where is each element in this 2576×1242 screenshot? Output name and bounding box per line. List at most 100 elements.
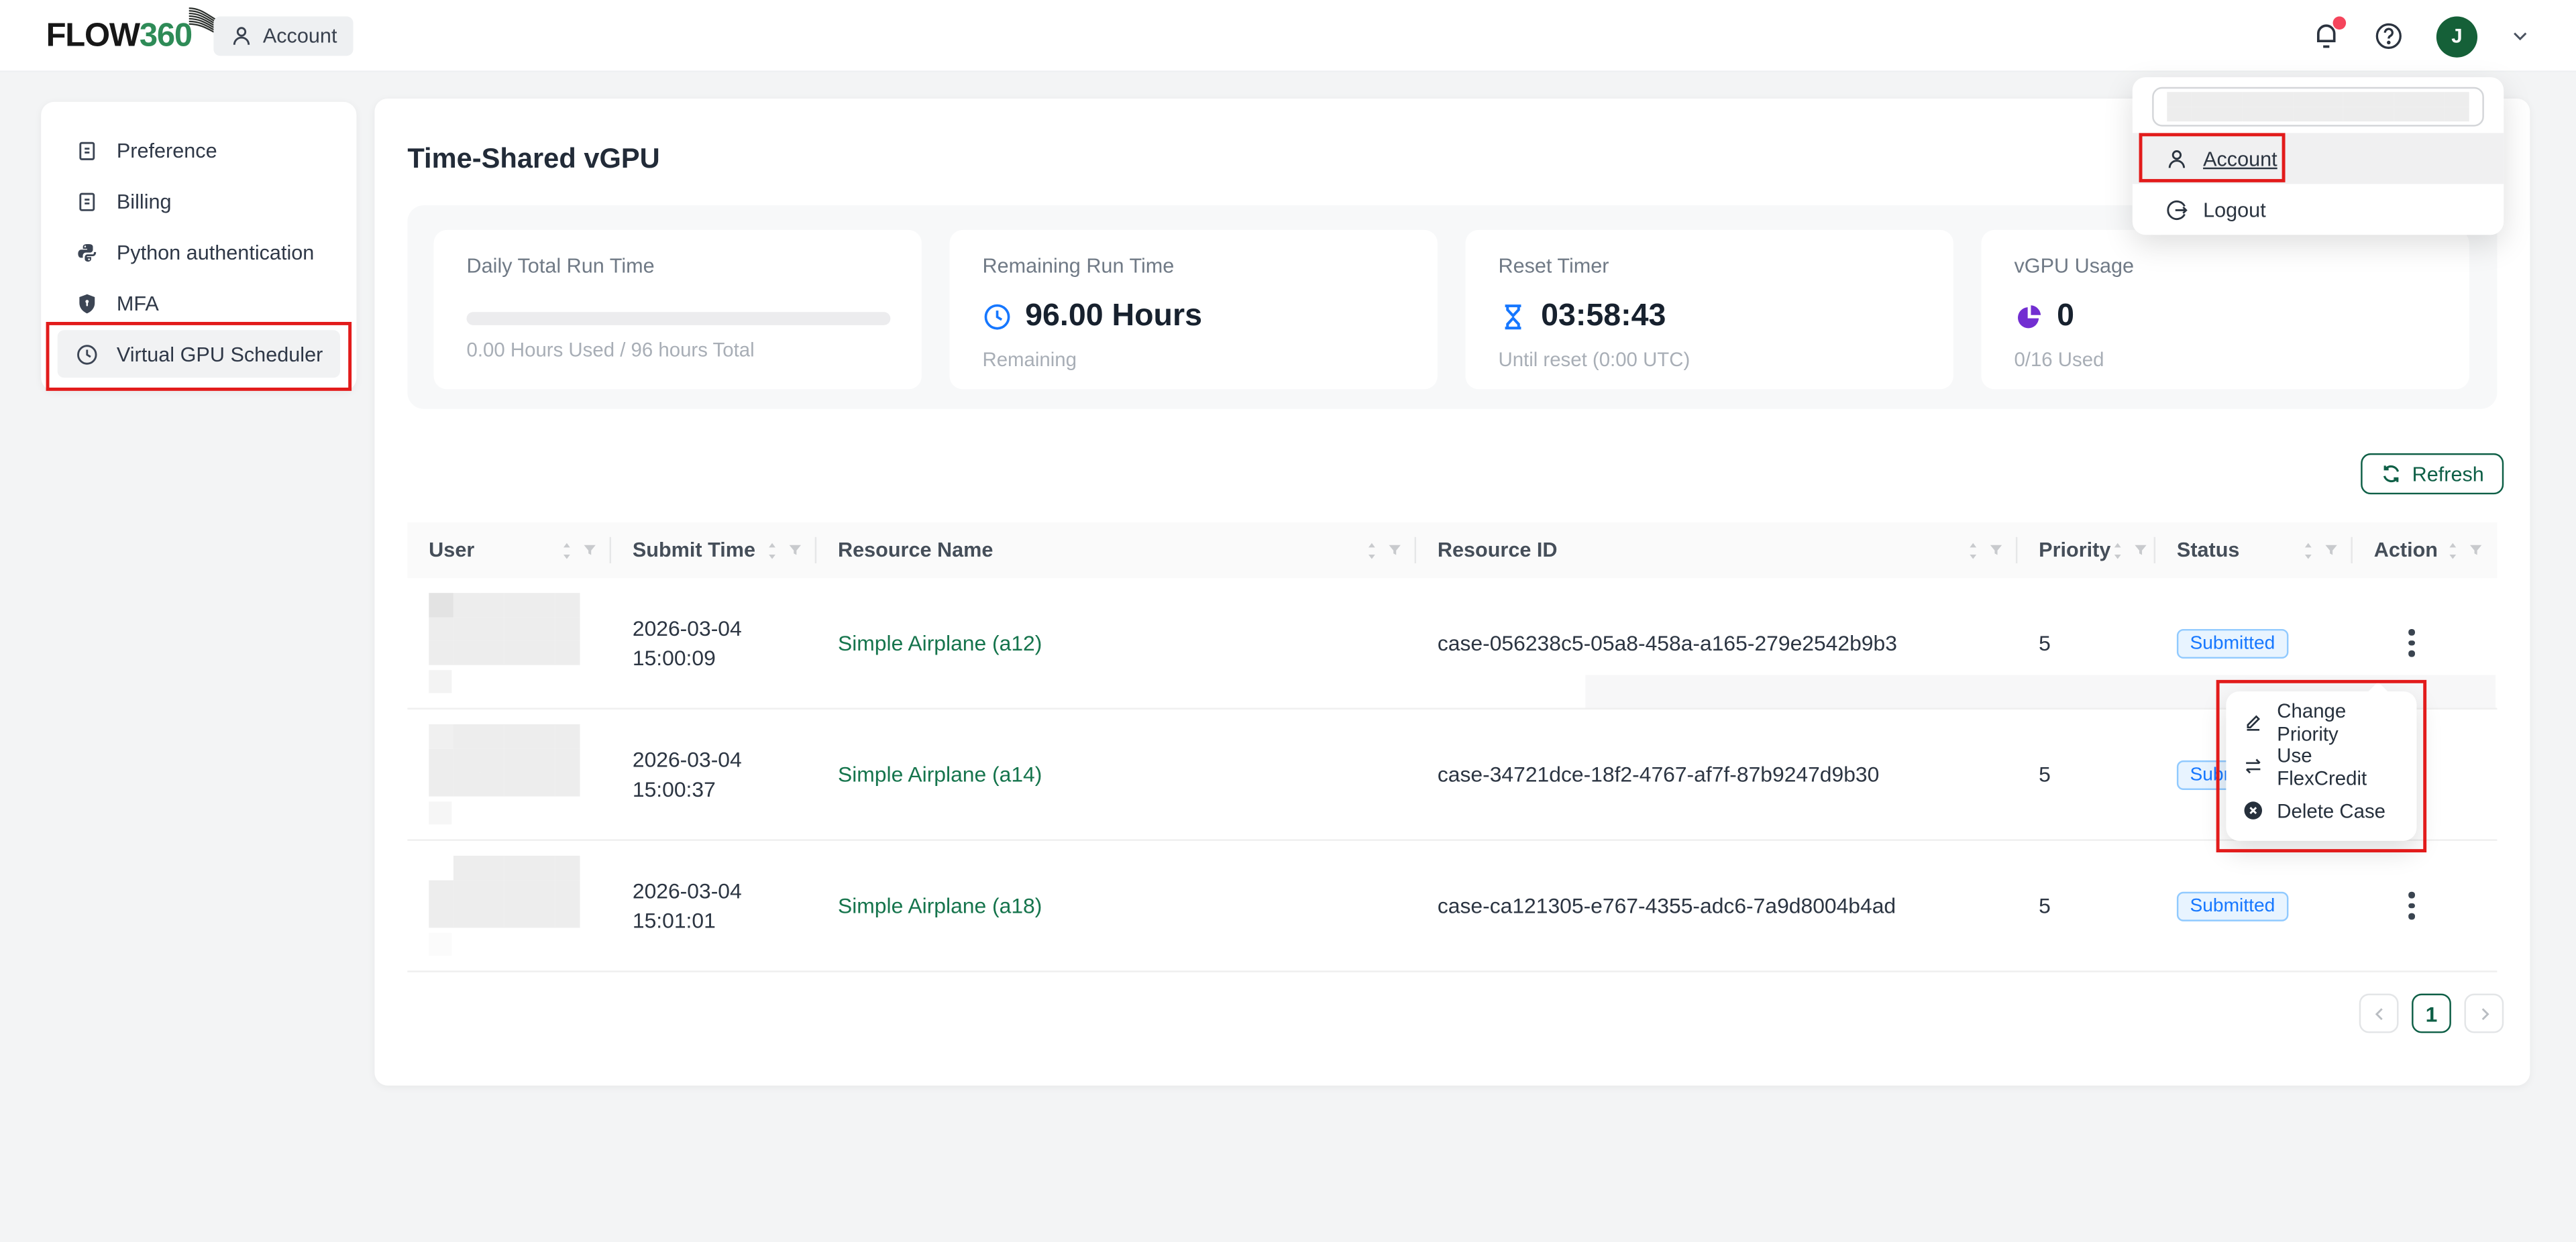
redacted-user-mark (429, 801, 451, 824)
priority-cell: 5 (2017, 630, 2155, 655)
sidebar-item-label: Preference (117, 139, 217, 162)
sort-asc-icon[interactable] (2302, 539, 2315, 549)
filter-icon[interactable] (787, 542, 803, 558)
sidebar-item-virtual-gpu-scheduler[interactable]: Virtual GPU Scheduler (58, 330, 340, 378)
column-header-resource-id[interactable]: Resource ID (1416, 522, 2017, 578)
menu-item-label: Use FlexCredit (2277, 743, 2400, 789)
filter-icon[interactable] (2467, 542, 2483, 558)
sort-desc-icon[interactable] (2447, 551, 2460, 561)
sort-asc-icon[interactable] (765, 539, 779, 549)
stat-card-reset-timer: Reset Timer 03:58:43 Until reset (0:00 U… (1465, 230, 1953, 390)
column-header-status[interactable]: Status (2155, 522, 2353, 578)
stats-panel: Daily Total Run Time 0.00 Hours Used / 9… (407, 205, 2497, 409)
account-dropdown: Account Logout (2133, 77, 2504, 235)
delete-circle-icon (2243, 800, 2264, 822)
flow360-logo[interactable]: FLOW360 (46, 11, 231, 60)
chevron-down-icon[interactable] (2510, 26, 2530, 46)
stat-caption: 0.00 Hours Used / 96 hours Total (467, 338, 889, 361)
help-icon[interactable] (2374, 21, 2404, 51)
person-icon (2165, 147, 2188, 170)
menu-item-label: Delete Case (2277, 799, 2385, 822)
pie-chart-icon (2014, 302, 2043, 332)
header-account-button[interactable]: Account (213, 16, 354, 56)
redacted-account-name-box (2152, 87, 2484, 127)
page-title: Time-Shared vGPU (407, 143, 659, 176)
row-actions-kebab-button[interactable] (2397, 625, 2426, 661)
sort-desc-icon[interactable] (560, 551, 574, 561)
filter-icon[interactable] (582, 542, 598, 558)
sort-asc-icon[interactable] (2110, 539, 2124, 549)
column-header-action[interactable]: Action (2353, 522, 2498, 578)
submit-date: 2026-03-04 (633, 614, 816, 643)
refresh-icon (2381, 463, 2402, 485)
pagination-next-button[interactable] (2464, 994, 2504, 1033)
top-header: FLOW360 Account J (0, 0, 2576, 72)
row-actions-kebab-button[interactable] (2397, 888, 2426, 924)
submit-time-cell: 2026-03-04 15:00:37 (611, 745, 816, 804)
resource-name-link[interactable]: Simple Airplane (a14) (838, 762, 1042, 787)
table-row: 2026-03-04 15:01:01 Simple Airplane (a18… (407, 841, 2497, 972)
sidebar-item-python-authentication[interactable]: Python authentication (58, 228, 340, 276)
sort-asc-icon[interactable] (1365, 539, 1379, 549)
resource-name-link[interactable]: Simple Airplane (a18) (838, 893, 1042, 918)
filter-icon[interactable] (1988, 542, 2004, 558)
stat-card-daily-total-run-time: Daily Total Run Time 0.00 Hours Used / 9… (434, 230, 922, 390)
shield-lock-icon (76, 292, 99, 315)
table-row: 2026-03-04 15:00:09 Simple Airplane (a12… (407, 578, 2497, 710)
submit-time: 15:00:09 (633, 643, 816, 673)
user-cell-redacted (407, 724, 611, 824)
menu-item-account[interactable]: Account (2133, 133, 2504, 184)
filter-icon[interactable] (1387, 542, 1403, 558)
sort-desc-icon[interactable] (765, 551, 779, 561)
document-icon (76, 190, 99, 213)
column-label: Action (2374, 539, 2438, 561)
stat-value: 96.00 Hours (1025, 299, 1202, 335)
stat-card-vgpu-usage: vGPU Usage 0 0/16 Used (1981, 230, 2469, 390)
refresh-button[interactable]: Refresh (2361, 453, 2504, 494)
sort-desc-icon[interactable] (1365, 551, 1379, 561)
notifications-button[interactable] (2312, 21, 2341, 51)
redacted-user-mark (429, 933, 451, 956)
sidebar-item-billing[interactable]: Billing (58, 177, 340, 225)
vgpu-usage-table: User Submit Time Resource Name Resource … (407, 522, 2497, 972)
sort-asc-icon[interactable] (1966, 539, 1980, 549)
sidebar-item-preference[interactable]: Preference (58, 127, 340, 174)
sort-asc-icon[interactable] (560, 539, 574, 549)
menu-item-delete-case[interactable]: Delete Case (2226, 789, 2416, 833)
resource-name-link[interactable]: Simple Airplane (a12) (838, 630, 1042, 655)
pagination-prev-button[interactable] (2359, 994, 2399, 1033)
menu-item-use-flexcredit[interactable]: Use FlexCredit (2226, 744, 2416, 788)
submit-time: 15:01:01 (633, 906, 816, 936)
stat-value: 0 (2057, 299, 2074, 335)
resource-id-cell: case-34721dce-18f2-4767-af7f-87b9247d9b3… (1416, 762, 2017, 787)
sort-desc-icon[interactable] (1966, 551, 1980, 561)
pagination-page-1[interactable]: 1 (2412, 994, 2451, 1033)
menu-item-change-priority[interactable]: Change Priority (2226, 699, 2416, 744)
filter-icon[interactable] (2132, 542, 2148, 558)
column-label: Submit Time (633, 539, 755, 561)
logout-icon (2165, 198, 2188, 221)
sidebar-item-label: Python authentication (117, 241, 314, 264)
status-badge: Submitted (2177, 628, 2288, 658)
column-header-priority[interactable]: Priority (2017, 522, 2155, 578)
column-header-submit-time[interactable]: Submit Time (611, 522, 816, 578)
main-content-card: Time-Shared vGPU Daily Total Run Time 0.… (374, 99, 2530, 1086)
stat-label: Remaining Run Time (982, 255, 1404, 278)
chevron-left-icon (2370, 1005, 2388, 1023)
pagination: 1 (2359, 994, 2504, 1033)
column-label: Priority (2039, 539, 2110, 561)
sort-desc-icon[interactable] (2110, 551, 2124, 561)
sort-asc-icon[interactable] (2447, 539, 2460, 549)
sort-desc-icon[interactable] (2302, 551, 2315, 561)
sidebar-item-mfa[interactable]: MFA (58, 279, 340, 327)
submit-time: 15:00:37 (633, 775, 816, 804)
column-header-user[interactable]: User (407, 522, 611, 578)
redacted-user-name (429, 856, 580, 928)
redacted-account-name (2167, 92, 2469, 121)
menu-item-logout[interactable]: Logout (2133, 184, 2504, 235)
resource-id-cell: case-ca121305-e767-4355-adc6-7a9d8004b4a… (1416, 893, 2017, 918)
chevron-right-icon (2475, 1005, 2493, 1023)
filter-icon[interactable] (2323, 542, 2339, 558)
column-header-resource-name[interactable]: Resource Name (816, 522, 1416, 578)
user-avatar[interactable]: J (2436, 15, 2477, 56)
